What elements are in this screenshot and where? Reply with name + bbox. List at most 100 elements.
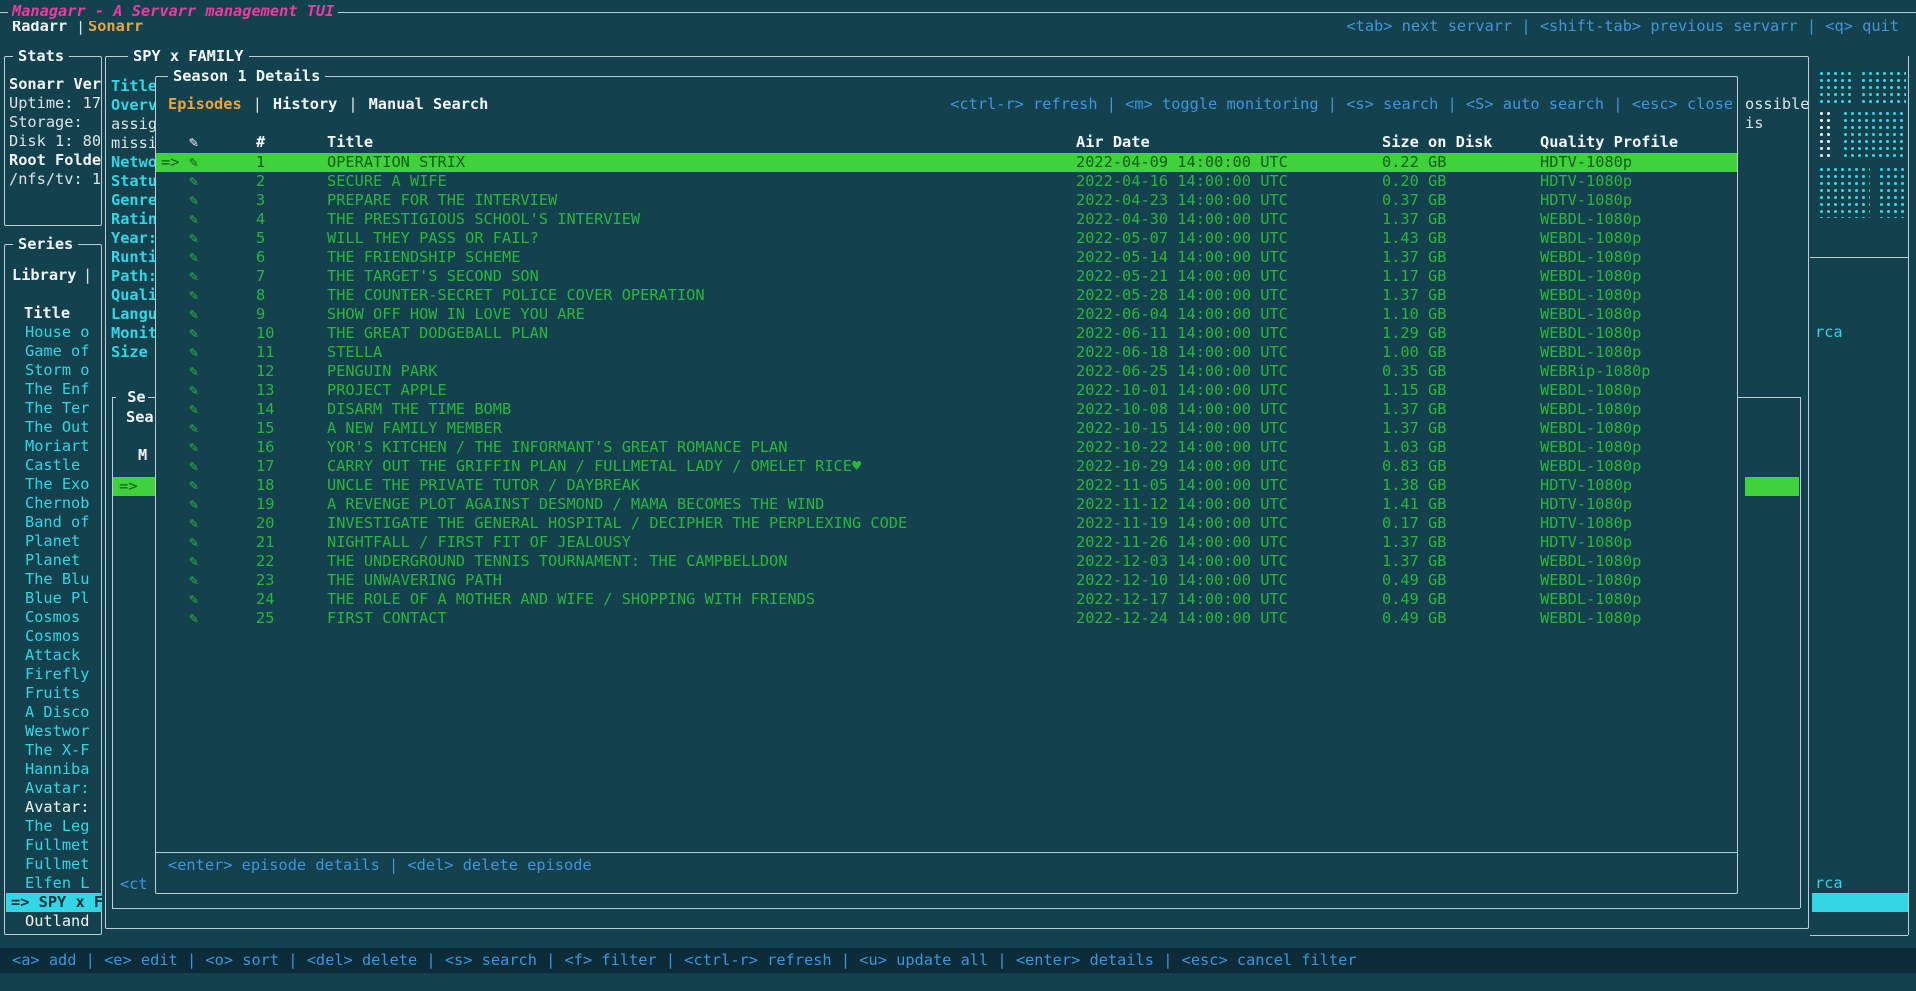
series-list-item[interactable]: Hanniba	[6, 760, 102, 779]
series-list-item[interactable]: Elfen L	[6, 874, 102, 893]
episode-row[interactable]: ✎ 18 UNCLE THE PRIVATE TUTOR / DAYBREAK …	[156, 476, 1737, 495]
episode-row[interactable]: ✎ 5 WILL THEY PASS OR FAIL? 2022-05-07 1…	[156, 229, 1737, 248]
series-list-item[interactable]: Avatar:	[6, 779, 102, 798]
monitored-icon[interactable]: ✎	[189, 305, 198, 324]
monitored-icon[interactable]: ✎	[189, 191, 198, 210]
monitored-icon[interactable]: ✎	[189, 210, 198, 229]
episode-number: 4	[256, 210, 265, 229]
episode-row[interactable]: ✎ 14 DISARM THE TIME BOMB 2022-10-08 14:…	[156, 400, 1737, 419]
monitored-icon[interactable]: ✎	[189, 495, 198, 514]
tab-library[interactable]: Library	[12, 266, 76, 285]
series-list-item[interactable]: The Exo	[6, 475, 102, 494]
monitored-icon[interactable]: ✎	[189, 172, 198, 191]
monitored-icon[interactable]: ✎	[189, 609, 198, 628]
series-list-item[interactable]: Attack	[6, 646, 102, 665]
series-list-item[interactable]: Fullmet	[6, 836, 102, 855]
series-list-item[interactable]: => SPY x F	[6, 893, 102, 912]
monitored-icon[interactable]: ✎	[189, 267, 198, 286]
episode-row[interactable]: ✎ 19 A REVENGE PLOT AGAINST DESMOND / MA…	[156, 495, 1737, 514]
series-list-item[interactable]: Avatar:	[6, 798, 102, 817]
episode-row[interactable]: ✎ 25 FIRST CONTACT 2022-12-24 14:00:00 U…	[156, 609, 1737, 628]
episode-row[interactable]: ✎ 21 NIGHTFALL / FIRST FIT OF JEALOUSY 2…	[156, 533, 1737, 552]
series-list-item[interactable]: House o	[6, 323, 102, 342]
episode-size: 1.15 GB	[1382, 381, 1446, 400]
series-list-item[interactable]: The Enf	[6, 380, 102, 399]
monitored-icon[interactable]: ✎	[189, 419, 198, 438]
monitored-icon[interactable]: ✎	[189, 229, 198, 248]
episode-row[interactable]: ✎ 23 THE UNWAVERING PATH 2022-12-10 14:0…	[156, 571, 1737, 590]
series-list-item[interactable]: The Ter	[6, 399, 102, 418]
episode-row[interactable]: ✎ 22 THE UNDERGROUND TENNIS TOURNAMENT: …	[156, 552, 1737, 571]
series-list-item[interactable]: Cosmos	[6, 627, 102, 646]
series-list-item[interactable]: Westwor	[6, 722, 102, 741]
episode-title: PROJECT APPLE	[327, 381, 447, 400]
episode-row[interactable]: ✎ 11 STELLA 2022-06-18 14:00:00 UTC 1.00…	[156, 343, 1737, 362]
series-list-item[interactable]: Chernob	[6, 494, 102, 513]
episode-quality: WEBDL-1080p	[1540, 324, 1641, 343]
tab-manual-search[interactable]: Manual Search	[369, 95, 489, 114]
series-list-item[interactable]: The X-F	[6, 741, 102, 760]
episode-row[interactable]: ✎ 16 YOR'S KITCHEN / THE INFORMANT'S GRE…	[156, 438, 1737, 457]
episode-row[interactable]: ✎ 7 THE TARGET'S SECOND SON 2022-05-21 1…	[156, 267, 1737, 286]
series-list-item[interactable]: Firefly	[6, 665, 102, 684]
series-list-item[interactable]: The Leg	[6, 817, 102, 836]
episode-row[interactable]: ✎ 17 CARRY OUT THE GRIFFIN PLAN / FULLME…	[156, 457, 1737, 476]
series-list-item[interactable]: The Out	[6, 418, 102, 437]
tab-episodes[interactable]: Episodes	[168, 95, 242, 114]
series-title: Fullmet	[25, 855, 89, 873]
episode-row[interactable]: ✎ 15 A NEW FAMILY MEMBER 2022-10-15 14:0…	[156, 419, 1737, 438]
episode-number: 2	[256, 172, 265, 191]
series-list-item[interactable]: Game of	[6, 342, 102, 361]
right-sliver-bottom-border	[1810, 935, 1908, 936]
tab-history[interactable]: History	[273, 95, 337, 114]
series-title: The Blu	[25, 570, 89, 588]
monitored-icon[interactable]: ✎	[189, 552, 198, 571]
series-list-item[interactable]: Planet	[6, 551, 102, 570]
episode-row[interactable]: ✎ 24 THE ROLE OF A MOTHER AND WIFE / SHO…	[156, 590, 1737, 609]
monitored-icon[interactable]: ✎	[189, 571, 198, 590]
episode-row[interactable]: ✎ 9 SHOW OFF HOW IN LOVE YOU ARE 2022-06…	[156, 305, 1737, 324]
selected-season-row-fragment-left[interactable]: =>	[113, 477, 155, 496]
library-tab-separator: |	[83, 266, 92, 285]
episode-row[interactable]: => ✎ 1 OPERATION STRIX 2022-04-09 14:00:…	[156, 153, 1737, 172]
episode-title: A NEW FAMILY MEMBER	[327, 419, 502, 438]
monitored-icon[interactable]: ✎	[189, 153, 198, 172]
series-list-item[interactable]: The Blu	[6, 570, 102, 589]
series-list-item[interactable]: Fruits	[6, 684, 102, 703]
monitored-icon[interactable]: ✎	[189, 381, 198, 400]
monitored-icon[interactable]: ✎	[189, 343, 198, 362]
series-list-item[interactable]: Storm o	[6, 361, 102, 380]
series-list-item[interactable]: Fullmet	[6, 855, 102, 874]
monitored-icon[interactable]: ✎	[189, 286, 198, 305]
column-title: Title	[327, 133, 373, 152]
monitored-icon[interactable]: ✎	[189, 248, 198, 267]
series-list-item[interactable]: Blue Pl	[6, 589, 102, 608]
monitored-icon[interactable]: ✎	[189, 324, 198, 343]
episode-row[interactable]: ✎ 12 PENGUIN PARK 2022-06-25 14:00:00 UT…	[156, 362, 1737, 381]
episode-row[interactable]: ✎ 8 THE COUNTER-SECRET POLICE COVER OPER…	[156, 286, 1737, 305]
series-list-item[interactable]: Moriart	[6, 437, 102, 456]
episode-row[interactable]: ✎ 13 PROJECT APPLE 2022-10-01 14:00:00 U…	[156, 381, 1737, 400]
monitored-icon[interactable]: ✎	[189, 476, 198, 495]
episode-row[interactable]: ✎ 10 THE GREAT DODGEBALL PLAN 2022-06-11…	[156, 324, 1737, 343]
monitored-icon[interactable]: ✎	[189, 514, 198, 533]
monitored-icon[interactable]: ✎	[189, 362, 198, 381]
monitored-icon[interactable]: ✎	[189, 457, 198, 476]
monitored-icon[interactable]: ✎	[189, 438, 198, 457]
series-list-item[interactable]: Band of	[6, 513, 102, 532]
monitored-icon[interactable]: ✎	[189, 533, 198, 552]
seasons-hints-fragment: <ct	[120, 875, 148, 894]
episode-row[interactable]: ✎ 2 SECURE A WIFE 2022-04-16 14:00:00 UT…	[156, 172, 1737, 191]
series-list-item[interactable]: Outland	[6, 912, 102, 931]
series-list-item[interactable]: Planet	[6, 532, 102, 551]
monitored-icon[interactable]: ✎	[189, 590, 198, 609]
episode-row[interactable]: ✎ 3 PREPARE FOR THE INTERVIEW 2022-04-23…	[156, 191, 1737, 210]
monitored-icon[interactable]: ✎	[189, 400, 198, 419]
series-list-item[interactable]: Castle	[6, 456, 102, 475]
series-title: Elfen L	[25, 874, 89, 892]
series-list-item[interactable]: A Disco	[6, 703, 102, 722]
episode-row[interactable]: ✎ 20 INVESTIGATE THE GENERAL HOSPITAL / …	[156, 514, 1737, 533]
series-list-item[interactable]: Cosmos	[6, 608, 102, 627]
episode-row[interactable]: ✎ 4 THE PRESTIGIOUS SCHOOL'S INTERVIEW 2…	[156, 210, 1737, 229]
episode-row[interactable]: ✎ 6 THE FRIENDSHIP SCHEME 2022-05-14 14:…	[156, 248, 1737, 267]
